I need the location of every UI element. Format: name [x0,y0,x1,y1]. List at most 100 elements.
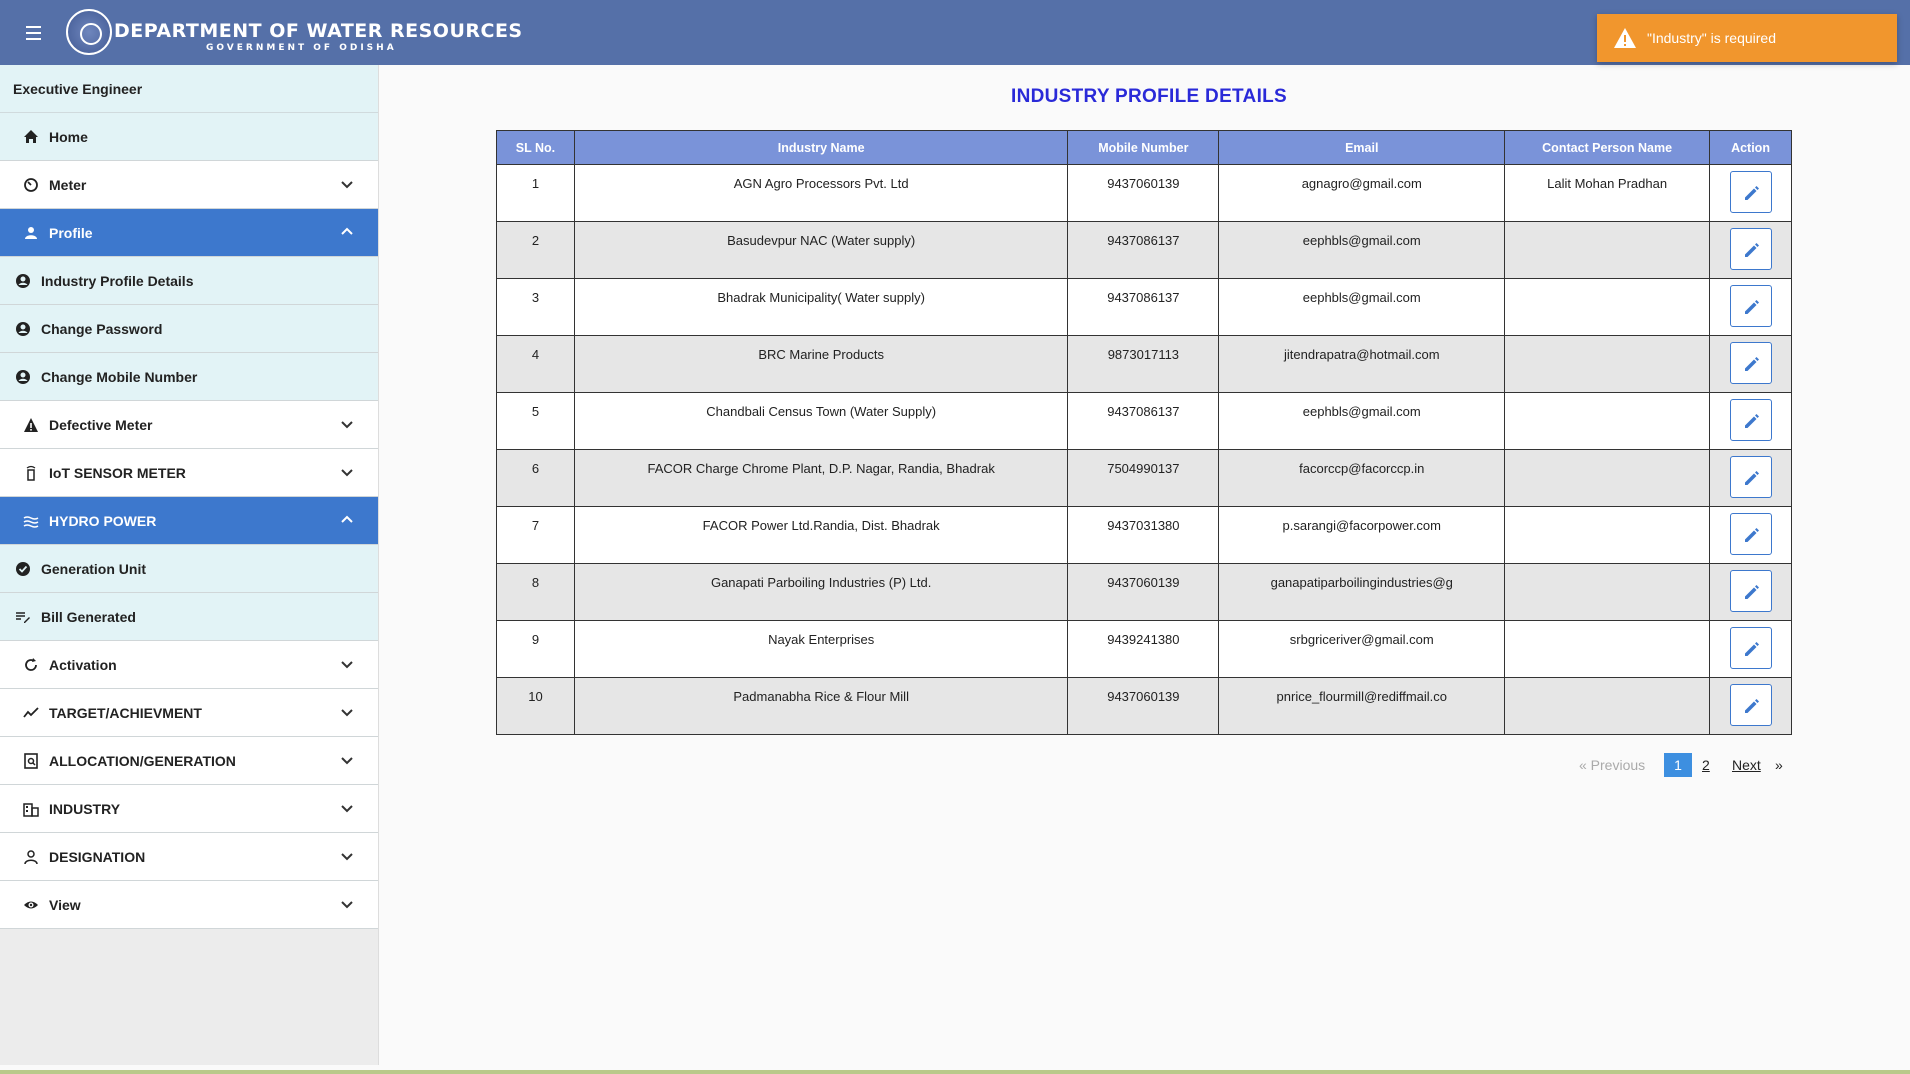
sidebar-item-label: Home [49,128,88,145]
chevron-down-icon [341,805,353,813]
sidebar-item-label: Change Password [41,320,163,337]
user-role-label: Executive Engineer [0,65,378,113]
table-row: 7 FACOR Power Ltd.Randia, Dist. Bhadrak 94… [496,506,1792,564]
sidebar-item-view[interactable]: View [0,881,378,929]
edit-button[interactable] [1729,341,1772,384]
sidebar-item-target-achievment[interactable]: TARGET/ACHIEVMENT [0,689,378,737]
warning-icon [22,416,40,434]
table-row: 4 BRC Marine Products 9873017113 jitendrapa… [496,335,1792,393]
sidebar-item-meter[interactable]: Meter [0,161,378,209]
edit-button[interactable] [1729,455,1772,498]
building-icon [22,800,40,818]
next-page-link[interactable]: Next [1732,757,1761,773]
sidebar-item-bill-generated[interactable]: Bill Generated [0,593,378,641]
sidebar-item-allocation-generation[interactable]: ALLOCATION/GENERATION [0,737,378,785]
cell-mobile-number: 9437086137 [1067,221,1220,279]
cell-industry-name: Bhadrak Municipality( Water supply) [573,278,1069,336]
cell-action [1709,677,1792,735]
edit-button[interactable] [1729,170,1772,213]
cell-mobile-number: 7504990137 [1067,449,1220,507]
table-row: 6 FACOR Charge Chrome Plant, D.P. Nagar, … [496,449,1792,507]
industry-profile-table: SL No. Industry Name Mobile Number Email… [496,130,1792,735]
cell-mobile-number: 9439241380 [1067,620,1220,678]
cell-mobile-number: 9437060139 [1067,164,1220,222]
previous-page-link[interactable]: « Previous [1579,757,1645,773]
sidebar-item-industry[interactable]: INDUSTRY [0,785,378,833]
table-row: 9 Nayak Enterprises 9439241380 srbgricerive… [496,620,1792,678]
account-circle-icon [14,320,32,338]
edit-button[interactable] [1729,227,1772,270]
cell-action [1709,221,1792,279]
sidebar-item-label: Bill Generated [41,608,136,625]
cell-action [1709,563,1792,621]
cell-sl-no: 8 [496,563,575,621]
sidebar-item-label: ALLOCATION/GENERATION [49,752,236,769]
cell-sl-no: 5 [496,392,575,450]
document-search-icon [22,752,40,770]
table-row: 3 Bhadrak Municipality( Water supply) 9437… [496,278,1792,336]
cell-email: eephbls@gmail.com [1218,278,1506,336]
sidebar-item-hydro-power[interactable]: HYDRO POWER [0,497,378,545]
sensor-icon [22,464,40,482]
cell-contact-person [1504,563,1711,621]
sidebar-item-label: Profile [49,224,93,241]
hamburger-menu-icon[interactable] [26,22,48,44]
sidebar-item-label: Meter [49,176,87,193]
pencil-icon [1744,356,1759,371]
cell-mobile-number: 9437060139 [1067,677,1220,735]
pencil-icon [1744,527,1759,542]
sidebar-item-defective-meter[interactable]: Defective Meter [0,401,378,449]
pencil-icon [1744,242,1759,257]
cell-action [1709,506,1792,564]
pencil-icon [1744,641,1759,656]
sidebar-item-activation[interactable]: Activation [0,641,378,689]
cell-action [1709,392,1792,450]
sidebar-item-label: TARGET/ACHIEVMENT [49,704,202,721]
cell-industry-name: Padmanabha Rice & Flour Mill [573,677,1069,735]
waves-icon [22,512,40,530]
sidebar-item-home[interactable]: Home [0,113,378,161]
edit-button[interactable] [1729,284,1772,327]
sidebar-item-generation-unit[interactable]: Generation Unit [0,545,378,593]
chevron-up-icon [341,227,353,235]
chevron-down-icon [341,469,353,477]
page-2-link[interactable]: 2 [1702,757,1710,773]
sidebar-item-change-mobile-number[interactable]: Change Mobile Number [0,353,378,401]
sidebar-item-industry-profile-details[interactable]: Industry Profile Details [0,257,378,305]
cell-sl-no: 1 [496,164,575,222]
edit-button[interactable] [1729,683,1772,726]
sidebar-item-label: Change Mobile Number [41,368,198,385]
edit-note-icon [14,608,32,626]
chevron-down-icon [341,757,353,765]
pencil-icon [1744,584,1759,599]
sidebar-item-designation[interactable]: DESIGNATION [0,833,378,881]
sidebar-item-iot-sensor-meter[interactable]: IoT SENSOR METER [0,449,378,497]
chevron-down-icon [341,661,353,669]
sidebar-item-change-password[interactable]: Change Password [0,305,378,353]
edit-button[interactable] [1729,512,1772,555]
odisha-emblem-logo [66,9,112,55]
column-header-action: Action [1709,130,1792,165]
edit-button[interactable] [1729,569,1772,612]
sidebar-item-label: IoT SENSOR METER [49,464,186,481]
page-1-button[interactable]: 1 [1664,753,1692,777]
validation-toast[interactable]: "Industry" is required [1597,14,1897,62]
table-header-row: SL No. Industry Name Mobile Number Email… [496,130,1792,165]
cell-contact-person [1504,449,1711,507]
cell-industry-name: Ganapati Parboiling Industries (P) Ltd. [573,563,1069,621]
edit-button[interactable] [1729,398,1772,441]
pencil-icon [1744,185,1759,200]
column-header-industry-name: Industry Name [573,130,1069,165]
cell-sl-no: 4 [496,335,575,393]
cell-action [1709,620,1792,678]
cell-email: eephbls@gmail.com [1218,221,1506,279]
cell-email: srbgriceriver@gmail.com [1218,620,1506,678]
cell-action [1709,278,1792,336]
cell-contact-person [1504,506,1711,564]
account-circle-icon [14,368,32,386]
edit-button[interactable] [1729,626,1772,669]
sidebar-item-profile[interactable]: Profile [0,209,378,257]
cell-contact-person [1504,335,1711,393]
cell-industry-name: Nayak Enterprises [573,620,1069,678]
table-row: 2 Basudevpur NAC (Water supply) 9437086137… [496,221,1792,279]
